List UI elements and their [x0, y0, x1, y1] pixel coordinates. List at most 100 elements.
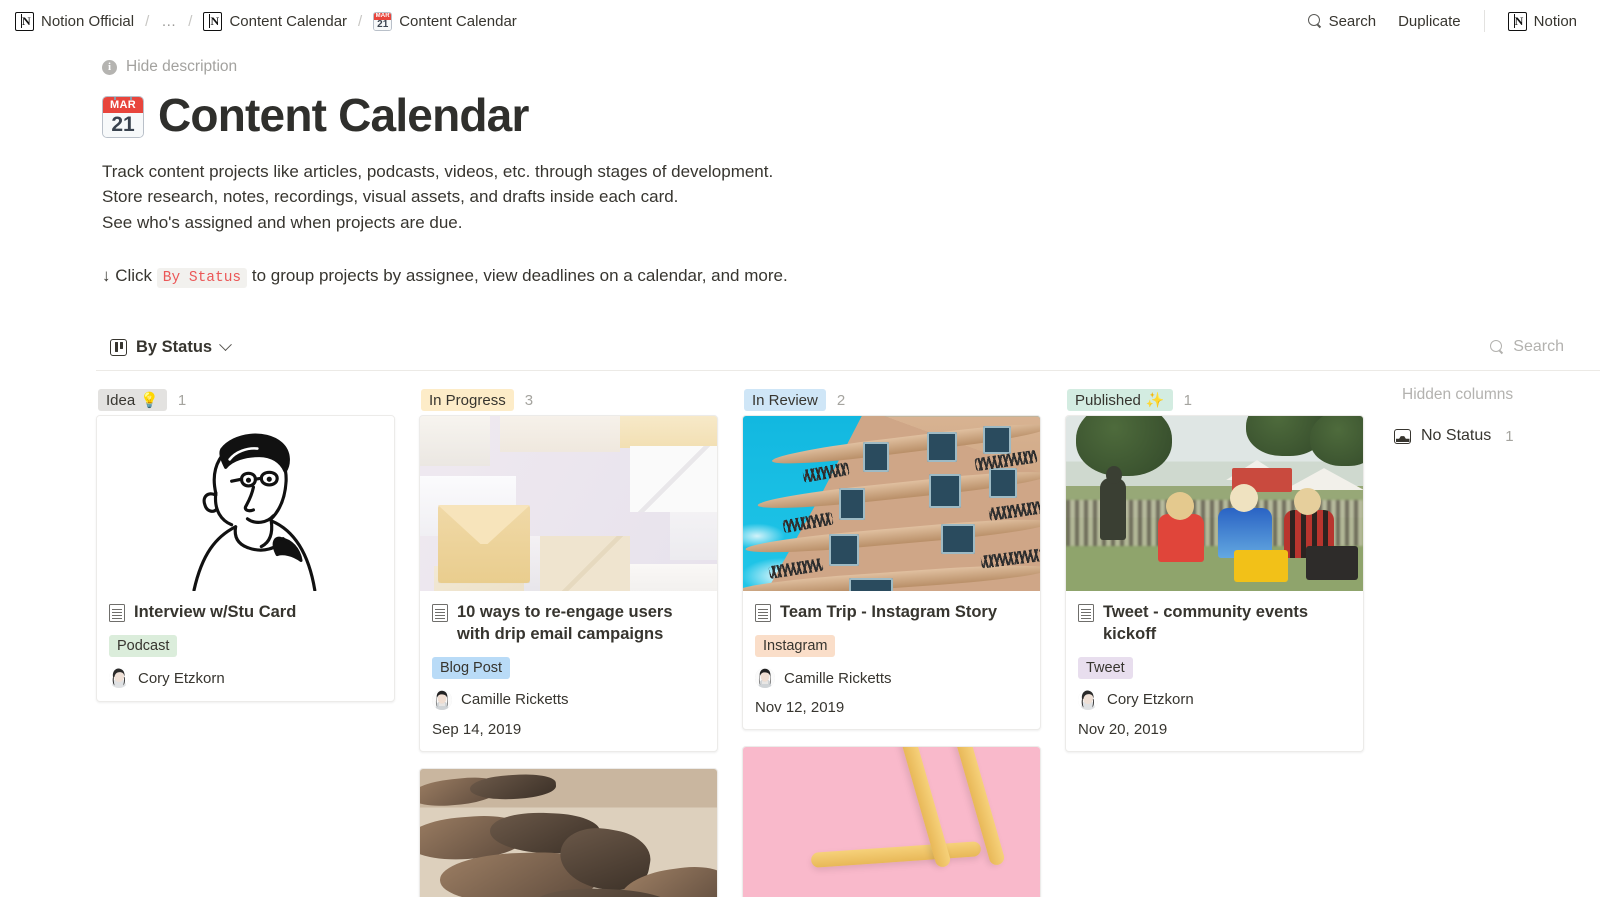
card-title-text: Interview w/Stu Card	[134, 603, 297, 622]
column-count: 3	[524, 391, 534, 409]
status-badge-label: Published	[1075, 391, 1141, 409]
board-container: Idea 💡 1 Interview w/Stu Card Podcast Co…	[0, 370, 1600, 897]
breadcrumb-item-notion-official[interactable]: Notion Official	[10, 9, 139, 34]
card-cover-pink-hashtag-photo	[743, 747, 1040, 897]
calendar-emoji-icon: MAR 21	[373, 11, 393, 31]
page-document-icon	[109, 604, 125, 623]
top-bar: Notion Official / … / Content Calendar /…	[0, 0, 1600, 42]
notion-logo-icon	[203, 11, 223, 31]
board-column-published: Published ✨ 1 Tweet - community events k…	[1065, 385, 1364, 768]
column-header[interactable]: Published ✨ 1	[1065, 385, 1364, 415]
hide-description-label: Hide description	[126, 58, 238, 75]
column-header[interactable]: In Review 2	[742, 385, 1041, 415]
breadcrumb-label: Content Calendar	[229, 12, 348, 30]
page-title: Content Calendar	[158, 89, 529, 141]
column-count: 1	[177, 391, 187, 409]
board-card-partial-iguanas[interactable]	[419, 767, 718, 897]
board-column-in-review: In Review 2 Team Trip - Instagram Story …	[742, 385, 1041, 897]
page-title-row: MAR 21 Content Calendar	[102, 90, 1600, 141]
card-cover-iguanas-photo	[420, 768, 717, 897]
avatar	[109, 668, 129, 689]
page-hint: ↓ Click By Status to group projects by a…	[102, 266, 1600, 289]
hide-description-toggle[interactable]: i Hide description	[102, 58, 237, 76]
search-icon	[1490, 340, 1504, 354]
breadcrumb-separator: /	[145, 12, 150, 30]
status-badge-label: Idea	[106, 391, 136, 409]
card-date: Sep 14, 2019	[432, 720, 522, 738]
inbox-icon	[1394, 428, 1411, 444]
column-header[interactable]: Idea 💡 1	[96, 385, 395, 415]
card-title: Interview w/Stu Card	[109, 602, 382, 624]
page-document-icon	[432, 604, 448, 623]
status-badge: Idea 💡	[98, 389, 167, 412]
hidden-columns-panel: Hidden columns No Status 1	[1388, 385, 1598, 448]
breadcrumb-item-content-calendar-db[interactable]: MAR 21 Content Calendar	[368, 9, 522, 34]
top-bar-actions: Search Duplicate Notion	[1299, 8, 1586, 35]
avatar	[1078, 689, 1098, 710]
assignee-name: Camille Ricketts	[461, 691, 569, 709]
board-card-drip-email-campaigns[interactable]: 10 ways to re-engage users with drip ema…	[419, 415, 718, 752]
board-column-in-progress: In Progress 3 10 ways to re-engage users…	[419, 385, 718, 897]
description-line: Store research, notes, recordings, visua…	[102, 187, 679, 207]
hidden-columns-title: Hidden columns	[1402, 386, 1514, 404]
board-card-team-trip-instagram-story[interactable]: Team Trip - Instagram Story Instagram Ca…	[742, 415, 1041, 731]
hidden-column-label: No Status	[1421, 427, 1492, 445]
lightbulb-emoji-icon: 💡	[140, 392, 159, 410]
card-title: 10 ways to re-engage users with drip ema…	[432, 602, 705, 646]
board-card-partial-pink-hashtag[interactable]	[742, 746, 1041, 897]
card-cover-casa-mila-photo	[743, 416, 1040, 592]
description-line: Track content projects like articles, po…	[102, 161, 774, 181]
hidden-column-count: 1	[1505, 427, 1514, 445]
board-card-tweet-community-events-kickoff[interactable]: Tweet - community events kickoff Tweet C…	[1065, 415, 1364, 752]
breadcrumb-label: Notion Official	[41, 12, 135, 30]
breadcrumb-label: Content Calendar	[399, 12, 517, 30]
board-column-idea: Idea 💡 1 Interview w/Stu Card Podcast Co…	[96, 385, 395, 718]
page-description: Track content projects like articles, po…	[102, 159, 1600, 236]
board-card-interview-stu-card[interactable]: Interview w/Stu Card Podcast Cory Etzkor…	[96, 415, 395, 703]
status-badge: In Review	[744, 389, 826, 412]
notion-home-button[interactable]: Notion	[1499, 8, 1586, 35]
column-header[interactable]: In Progress 3	[419, 385, 718, 415]
duplicate-button-label: Duplicate	[1398, 12, 1461, 30]
hint-prefix: ↓ Click	[102, 266, 153, 286]
view-tab-label: By Status	[136, 337, 213, 356]
assignee-name: Camille Ricketts	[784, 669, 892, 687]
view-toolbar: By Status Search	[0, 324, 1600, 370]
card-title-text: Team Trip - Instagram Story	[780, 603, 997, 622]
card-tag: Instagram	[755, 635, 836, 658]
breadcrumb: Notion Official / … / Content Calendar /…	[10, 9, 522, 34]
hidden-column-no-status[interactable]: No Status 1	[1388, 424, 1520, 448]
search-button-label: Search	[1328, 12, 1377, 30]
assignee-name: Cory Etzkorn	[138, 669, 225, 687]
status-badge: Published ✨	[1067, 389, 1173, 412]
search-button[interactable]: Search	[1299, 9, 1386, 34]
status-badge-label: In Review	[752, 391, 818, 409]
notion-button-label: Notion	[1533, 12, 1577, 30]
board: Idea 💡 1 Interview w/Stu Card Podcast Co…	[96, 371, 1600, 897]
info-icon: i	[102, 59, 117, 75]
breadcrumb-separator: /	[358, 12, 363, 30]
avatar	[755, 668, 775, 689]
search-icon	[1307, 14, 1322, 28]
avatar	[432, 689, 452, 710]
card-title-text: 10 ways to re-engage users with drip ema…	[457, 603, 673, 644]
breadcrumb-item-content-calendar-page[interactable]: Content Calendar	[198, 9, 352, 34]
calendar-emoji-icon[interactable]: MAR 21	[102, 95, 144, 138]
card-body: Team Trip - Instagram Story Instagram Ca…	[743, 591, 1040, 729]
card-assignee: Camille Ricketts	[432, 689, 705, 710]
card-tag: Podcast	[109, 635, 178, 658]
breadcrumb-ellipsis[interactable]: …	[155, 10, 182, 33]
divider	[1483, 10, 1485, 32]
duplicate-button[interactable]: Duplicate	[1389, 9, 1470, 34]
card-tag: Tweet	[1078, 656, 1133, 679]
page: i Hide description MAR 21 Content Calend…	[0, 58, 1600, 897]
board-icon	[110, 338, 127, 356]
board-search-input[interactable]: Search	[1484, 334, 1570, 360]
card-title-text: Tweet - community events kickoff	[1103, 603, 1309, 644]
calendar-emoji-month: MAR	[103, 96, 143, 113]
card-cover-portrait-illustration	[97, 416, 394, 592]
assignee-name: Cory Etzkorn	[1107, 691, 1194, 709]
notion-logo-icon	[15, 11, 34, 31]
card-date: Nov 12, 2019	[755, 699, 845, 717]
view-tab-by-status[interactable]: By Status	[102, 334, 238, 361]
